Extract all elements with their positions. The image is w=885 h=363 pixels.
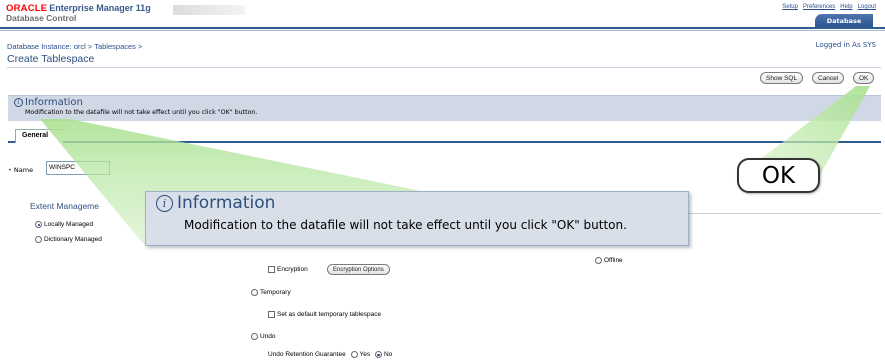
ok-button[interactable]: OK — [853, 72, 875, 84]
information-title: Information — [25, 97, 83, 108]
undo-retention-yes-label: Yes — [359, 351, 371, 359]
breadcrumb: Database Instance: orcl > Tablespaces > — [7, 42, 142, 51]
show-sql-button[interactable]: Show SQL — [760, 72, 804, 84]
temporary-radio[interactable] — [251, 289, 258, 296]
required-indicator: • — [8, 166, 12, 174]
name-label: • Name — [8, 166, 33, 174]
undo-retention-yes-radio[interactable] — [350, 351, 358, 358]
help-link[interactable]: Help — [840, 4, 852, 10]
encryption-label: Encryption — [277, 266, 308, 274]
offline-label: Offline — [604, 257, 623, 265]
ok-button-callout: OK — [737, 158, 820, 193]
global-links: Setup Preferences Help Logout — [782, 4, 876, 10]
locally-managed-radio[interactable] — [35, 221, 42, 228]
oracle-logo: ORACLE Enterprise Manager 11g Database C… — [6, 3, 151, 23]
information-callout: i Information Modification to the datafi… — [145, 191, 689, 246]
tab-database[interactable]: Database — [815, 14, 873, 27]
undo-retention-no-radio[interactable] — [374, 351, 382, 358]
name-label-text: Name — [13, 166, 34, 174]
encryption-options-button[interactable]: Encryption Options — [327, 264, 390, 275]
encryption-option[interactable]: Encryption — [268, 266, 308, 273]
setup-link[interactable]: Setup — [782, 4, 798, 10]
callout-title: Information — [177, 193, 276, 213]
undo-option[interactable]: Undo — [251, 333, 276, 340]
logged-in-label: Logged in As SYS — [815, 41, 876, 49]
undo-label: Undo — [260, 333, 276, 341]
default-temp-label: Set as default temporary tablespace — [277, 311, 382, 319]
dictionary-managed-radio[interactable] — [35, 236, 42, 243]
breadcrumb-tablespaces[interactable]: Tablespaces — [94, 42, 136, 51]
header-bar — [0, 27, 885, 29]
locally-managed-label: Locally Managed — [44, 221, 94, 229]
dictionary-managed-label: Dictionary Managed — [44, 236, 102, 244]
undo-radio[interactable] — [251, 333, 258, 340]
locally-managed-option[interactable]: Locally Managed — [35, 221, 93, 228]
undo-retention-no-label: No — [383, 351, 393, 359]
information-message: Modification to the datafile will not ta… — [25, 109, 258, 116]
callout-message: Modification to the datafile will not ta… — [184, 218, 627, 232]
header-decoration — [173, 5, 245, 15]
offline-radio[interactable] — [595, 257, 602, 264]
default-temp-checkbox[interactable] — [268, 311, 275, 318]
undo-retention-label: Undo Retention Guarantee — [268, 351, 346, 359]
product-name: Enterprise Manager 11g — [49, 3, 151, 13]
default-temp-option[interactable]: Set as default temporary tablespace — [268, 311, 381, 318]
breadcrumb-database-instance[interactable]: Database Instance: orcl — [7, 42, 86, 51]
breadcrumb-separator: > — [135, 42, 143, 51]
logout-link[interactable]: Logout — [858, 4, 876, 10]
name-input[interactable]: WINSPC — [46, 161, 110, 175]
breadcrumb-separator: > — [85, 42, 95, 51]
header-bar-line — [0, 30, 885, 31]
temporary-label: Temporary — [260, 289, 291, 297]
dictionary-managed-option[interactable]: Dictionary Managed — [35, 236, 102, 243]
info-icon: i — [14, 98, 23, 107]
callout-info-icon: i — [156, 194, 173, 212]
product-subtitle: Database Control — [6, 13, 77, 23]
undo-retention-row: Undo Retention Guarantee Yes No — [268, 351, 392, 358]
tab-general[interactable]: General — [15, 129, 63, 143]
offline-option[interactable]: Offline — [595, 257, 623, 264]
page-title: Create Tablespace — [7, 53, 95, 65]
extent-management-heading: Extent Manageme — [30, 201, 99, 211]
tab-strip: General — [8, 125, 881, 143]
information-heading: i Information — [14, 97, 83, 108]
preferences-link[interactable]: Preferences — [803, 4, 835, 10]
cancel-button[interactable]: Cancel — [812, 72, 845, 84]
information-box: i Information Modification to the datafi… — [8, 95, 881, 121]
temporary-option[interactable]: Temporary — [251, 289, 291, 296]
callout-heading: i Information — [156, 193, 275, 213]
encryption-checkbox[interactable] — [268, 266, 275, 273]
title-divider — [7, 67, 881, 68]
